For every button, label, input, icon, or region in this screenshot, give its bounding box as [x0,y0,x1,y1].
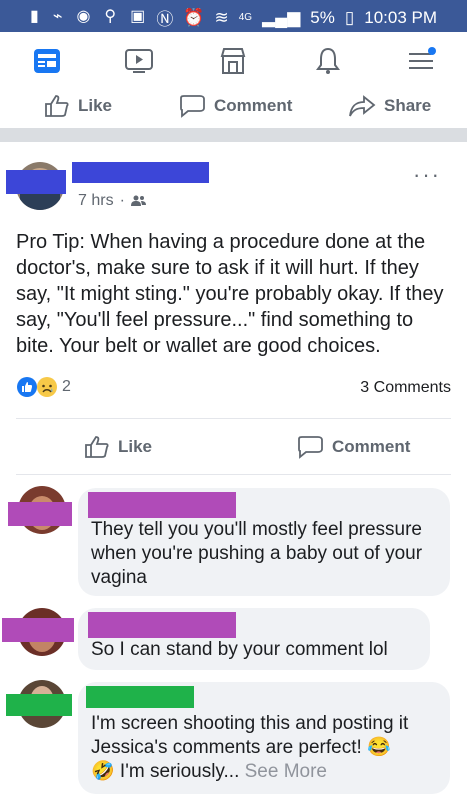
status-icons-left: ▮ ⌁ ◉ ⚲ ▣ [30,6,145,26]
status-icons-right: Ⓝ ⏰ ≋ 4G ▂▄▆ 5% ▯ 10:03 PM [156,5,437,30]
clock: 10:03 PM [364,7,437,27]
comment-bubble: So I can stand by your comment lol [78,608,430,670]
post-text: Pro Tip: When having a procedure done at… [16,231,444,357]
comment-text: They tell you you'll mostly feel pressur… [91,519,423,588]
comment-text: I'm screen shooting this and posting it … [91,713,409,758]
commenter-name-redaction [88,612,236,638]
post-like-button[interactable]: Like [84,434,152,460]
status-bar: ▮ ⌁ ◉ ⚲ ▣ Ⓝ ⏰ ≋ 4G ▂▄▆ 5% ▯ 10:03 PM [0,0,467,32]
like-button[interactable]: Like [44,94,112,118]
thumbs-up-icon [85,436,109,458]
share-icon [349,95,376,117]
usb-icon: ⚲ [104,8,117,25]
commenter-name-redaction [88,492,236,518]
post-time[interactable]: 7 hrs [78,192,114,210]
battery-alert-icon: ▮ [30,8,39,25]
divider [16,474,451,475]
thumbs-up-icon [45,95,69,117]
redaction-block [2,618,74,642]
like-reaction-icon [17,377,37,397]
redaction-block [8,502,72,526]
image-icon: ▣ [130,8,146,25]
comment-icon [180,95,205,118]
post-comment-button[interactable]: Comment [296,434,410,460]
comment-label: Comment [214,96,293,115]
share-label: Share [384,96,432,115]
like-label: Like [118,437,153,456]
comment-text: So I can stand by your comment lol [91,639,388,660]
nfc-icon: Ⓝ [156,10,174,29]
comment-icon [298,436,323,459]
menu-icon[interactable] [406,46,436,76]
network-type: 4G [238,12,253,23]
redaction-block [6,170,66,194]
alarm-icon: ⏰ [183,7,205,27]
like-label: Like [78,96,113,115]
commenter-name-redaction [86,686,194,708]
author-name-redaction [72,162,209,183]
wifi-icon: ≋ [214,7,229,27]
comment-label: Comment [332,437,411,456]
comment-bubble: I'm screen shooting this and posting it … [78,682,450,794]
reactions-summary[interactable]: 2 [16,376,71,398]
friends-audience-icon [130,195,146,206]
signal-icon: ▂▄▆ [262,7,301,27]
see-more-link[interactable]: See More [245,761,327,782]
nav-bar [0,32,467,89]
meta-separator: · [119,192,125,209]
battery-icon: ▯ [344,7,355,27]
battery-percent: 5% [310,7,335,27]
watch-icon[interactable] [124,46,154,76]
redaction-block [6,694,72,716]
post-options-button[interactable]: ··· [413,162,441,188]
comment-button[interactable]: Comment [178,94,292,118]
notifications-icon[interactable] [313,46,343,76]
voicemail-icon: ⌁ [52,8,63,25]
previous-post-actions: Like Comment Share [0,88,467,126]
messenger-icon: ◉ [76,8,91,25]
comment-text-continued: 🤣 I'm seriously... See More [91,760,443,784]
share-button[interactable]: Share [348,94,431,118]
post-meta: 7 hrs · [78,192,147,210]
feed-separator [0,128,467,142]
marketplace-icon[interactable] [218,46,248,76]
divider [16,418,451,419]
sad-reaction-icon [37,377,57,397]
news-feed-icon[interactable] [32,46,62,76]
comment-bubble: They tell you you'll mostly feel pressur… [78,488,450,596]
comments-count[interactable]: 3 Comments [360,379,451,397]
reaction-count: 2 [62,378,71,395]
comment-text-tail: 🤣 I'm seriously... [91,761,245,782]
